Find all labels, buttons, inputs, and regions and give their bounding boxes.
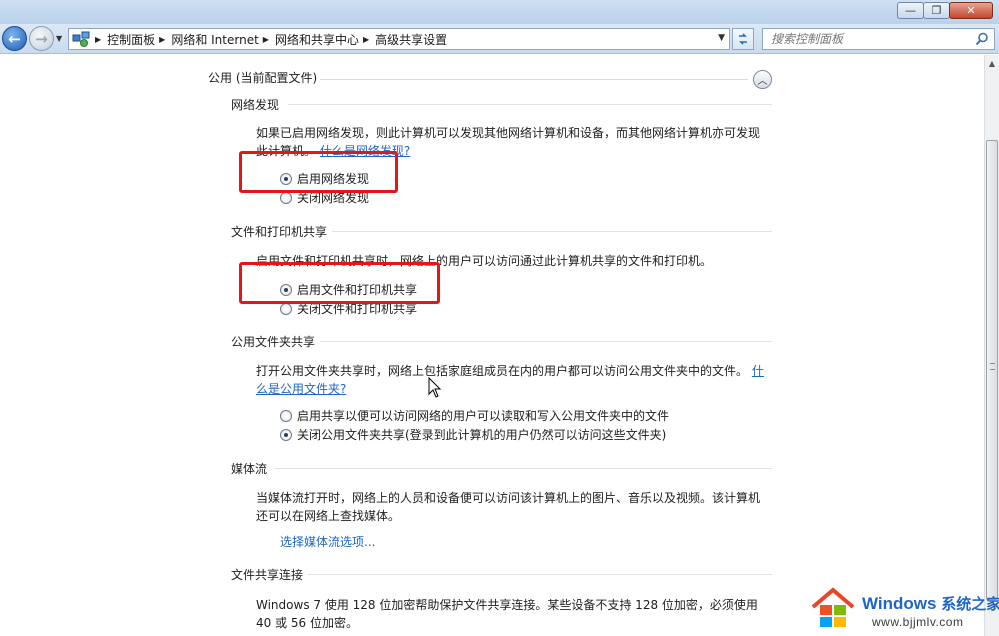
title-bar: — ❐ ✕	[0, 0, 999, 24]
scroll-up-icon[interactable]: ▲	[985, 55, 999, 71]
media-streaming-options-link[interactable]: 选择媒体流选项...	[280, 533, 375, 550]
radio-button[interactable]	[280, 191, 292, 204]
radio-label: 启用共享以便可以访问网络的用户可以读取和写入公用文件夹中的文件	[297, 409, 670, 423]
vertical-scrollbar[interactable]: ▲	[984, 55, 999, 636]
search-box[interactable]	[762, 28, 995, 50]
profile-title: 公用 (当前配置文件)	[208, 71, 318, 85]
section-title-media-streaming: 媒体流	[231, 462, 268, 476]
maximize-button[interactable]: ❐	[923, 2, 950, 19]
file-sharing-description: Windows 7 使用 128 位加密帮助保护文件共享连接。某些设备不支持 1…	[256, 598, 758, 630]
breadcrumb-separator-icon[interactable]: ▶	[363, 35, 369, 44]
section-title-network-discovery: 网络发现	[231, 98, 280, 112]
radio-label: 关闭公用文件夹共享(登录到此计算机的用户仍然可以访问这些文件夹)	[297, 428, 667, 442]
settings-content: 公用 (当前配置文件) ︿ 网络发现 如果已启用网络发现，则此计算机可以发现其他…	[0, 55, 984, 636]
breadcrumb-separator-icon[interactable]: ▶	[95, 35, 101, 44]
section-title-file-sharing-connections: 文件共享连接	[231, 568, 304, 582]
close-button[interactable]: ✕	[949, 2, 993, 19]
divider	[320, 341, 772, 342]
back-button[interactable]: ←	[2, 26, 27, 51]
highlight-box	[239, 262, 440, 304]
section-title-file-printer-sharing: 文件和打印机共享	[231, 225, 328, 239]
network-icon	[71, 30, 91, 48]
house-logo-icon	[811, 587, 855, 627]
address-dropdown-icon[interactable]: ▼	[718, 33, 725, 43]
breadcrumb-network-sharing-center[interactable]: 网络和共享中心	[275, 31, 359, 48]
grip-icon	[990, 363, 995, 370]
watermark-title: Windows 系统之家	[862, 594, 999, 613]
scrollbar-thumb[interactable]	[986, 140, 998, 600]
radio-button[interactable]	[280, 428, 292, 441]
refresh-icon	[739, 33, 747, 45]
media-streaming-description: 当媒体流打开时，网络上的人员和设备便可以访问该计算机上的图片、音乐以及视频。该计…	[256, 491, 761, 523]
breadcrumb-advanced-sharing[interactable]: 高级共享设置	[375, 31, 447, 48]
breadcrumb-network-internet[interactable]: 网络和 Internet	[171, 31, 258, 48]
divider	[308, 574, 772, 575]
watermark-url: www.bjjmlv.com	[872, 615, 964, 629]
navigation-bar: ← → ▼ ▶ 控制面板 ▶ 网络和 Internet ▶ 网络和共享中心 ▶ …	[0, 24, 999, 54]
mouse-cursor-icon	[428, 377, 442, 398]
forward-button[interactable]: →	[29, 26, 54, 51]
divider	[288, 104, 772, 105]
divider	[332, 231, 772, 232]
radio-button[interactable]	[280, 409, 292, 422]
address-bar[interactable]: ▶ 控制面板 ▶ 网络和 Internet ▶ 网络和共享中心 ▶ 高级共享设置…	[68, 28, 730, 50]
radio-button[interactable]	[280, 302, 292, 315]
search-icon[interactable]	[975, 32, 989, 46]
breadcrumb-control-panel[interactable]: 控制面板	[107, 31, 155, 48]
breadcrumb-separator-icon[interactable]: ▶	[159, 35, 165, 44]
radio-disable-public-folder-sharing[interactable]: 关闭公用文件夹共享(登录到此计算机的用户仍然可以访问这些文件夹)	[280, 426, 666, 443]
collapse-button[interactable]: ︿	[753, 70, 772, 89]
search-input[interactable]	[763, 29, 963, 49]
window-controls: — ❐ ✕	[897, 2, 993, 19]
breadcrumb-separator-icon[interactable]: ▶	[263, 35, 269, 44]
divider	[320, 79, 748, 80]
section-title-public-folder-sharing: 公用文件夹共享	[231, 335, 316, 349]
recent-pages-dropdown-icon[interactable]: ▼	[56, 34, 62, 43]
highlight-box	[239, 151, 398, 193]
minimize-button[interactable]: —	[897, 2, 924, 19]
divider	[275, 468, 772, 469]
refresh-button[interactable]	[732, 28, 754, 50]
watermark: Windows 系统之家 www.bjjmlv.com	[810, 585, 999, 633]
public-folder-description: 打开公用文件夹共享时，网络上包括家庭组成员在内的用户都可以访问公用文件夹中的文件…	[256, 364, 764, 396]
chevron-up-icon: ︿	[757, 76, 768, 87]
radio-enable-public-folder-sharing[interactable]: 启用共享以便可以访问网络的用户可以读取和写入公用文件夹中的文件	[280, 407, 669, 424]
